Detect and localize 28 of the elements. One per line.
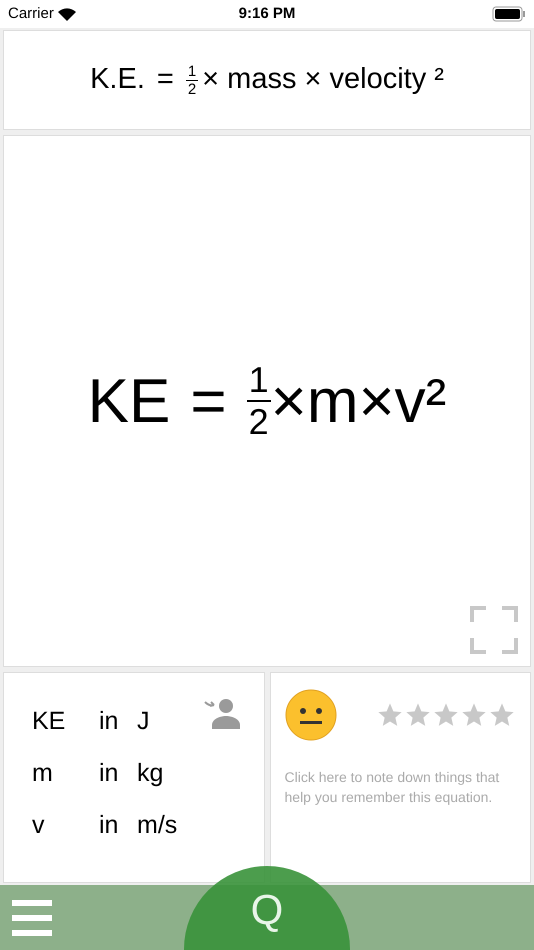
- neutral-face-icon[interactable]: [284, 689, 336, 741]
- notes-placeholder[interactable]: Click here to note down things that help you remember this equation.: [284, 767, 516, 807]
- equation-text: KE: [88, 366, 170, 438]
- status-time: 9:16 PM: [238, 4, 296, 24]
- unit-label: J: [137, 707, 150, 735]
- menu-icon[interactable]: [12, 898, 52, 938]
- variable-symbol: v: [32, 811, 46, 839]
- equation-text: K.E.: [90, 62, 145, 98]
- fraction-numerator: 1: [186, 62, 198, 80]
- variable-symbol: KE: [32, 707, 66, 735]
- wifi-icon: [58, 8, 76, 20]
- variable-symbol: m: [32, 759, 54, 787]
- unit-prefix: in: [99, 811, 120, 839]
- equation-text: =: [190, 366, 227, 438]
- fraction-numerator: 1: [246, 360, 271, 402]
- equation-text: ×m×v²: [270, 366, 446, 438]
- equation-text: =: [156, 62, 174, 98]
- fraction-denominator: 2: [248, 402, 269, 442]
- fraction-denominator: 2: [188, 80, 196, 98]
- unit-prefix: in: [99, 707, 120, 735]
- person-icon[interactable]: [204, 697, 242, 729]
- fullscreen-icon[interactable]: [470, 606, 518, 654]
- battery-icon: [492, 6, 526, 22]
- carrier-label: Carrier: [8, 4, 54, 24]
- unit-prefix: in: [99, 759, 120, 787]
- unit-label: m/s: [137, 811, 178, 839]
- equation-text: × mass × velocity ²: [202, 62, 444, 98]
- unit-label: kg: [137, 759, 164, 787]
